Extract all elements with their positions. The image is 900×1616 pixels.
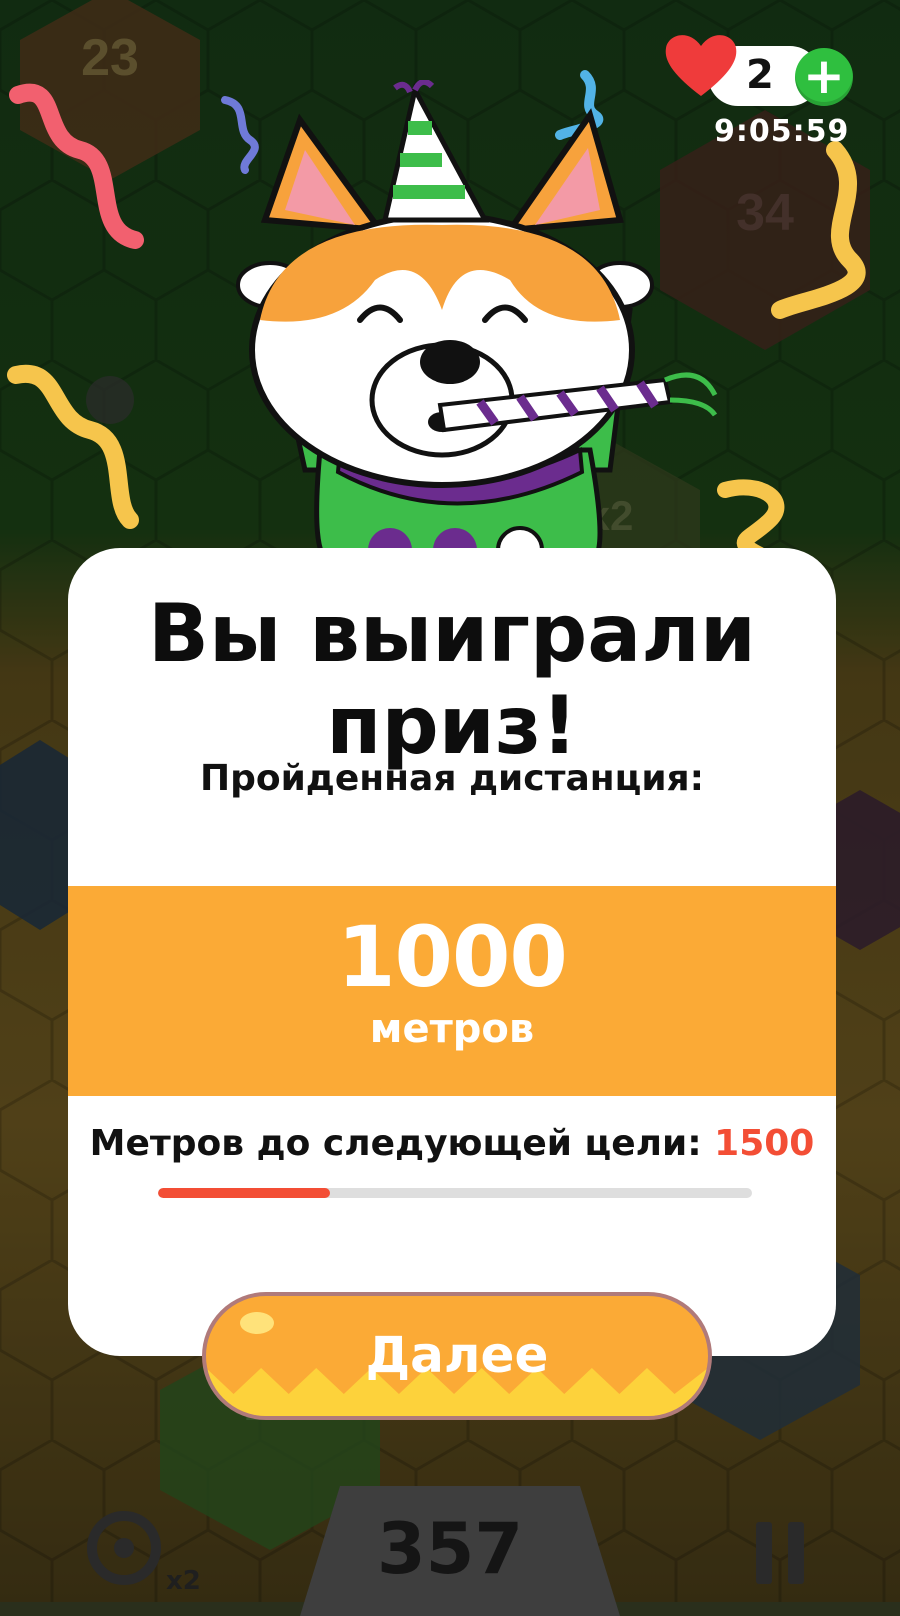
plus-icon: +	[803, 47, 845, 105]
continue-button[interactable]: Далее	[202, 1292, 712, 1420]
target-icon[interactable]	[84, 1508, 164, 1588]
goal-progress-fill	[158, 1188, 331, 1198]
distance-unit: метров	[369, 1006, 535, 1052]
goal-progress-bar	[158, 1188, 752, 1198]
dialog-title: Вы выиграли приз!	[148, 587, 756, 772]
next-goal-label: Метров до следующей цели:	[89, 1123, 702, 1164]
lives-hud: 2 + 9:05:59	[662, 30, 853, 150]
multiplier-badge: x2	[166, 1566, 201, 1596]
pause-icon[interactable]	[752, 1518, 808, 1588]
prize-dialog: Вы выиграли приз! Пройденная дистанция: …	[68, 548, 836, 1356]
corgi-mascot	[236, 80, 718, 560]
add-lives-button[interactable]: +	[795, 48, 853, 106]
next-goal-value: 1500	[714, 1123, 815, 1164]
lives-timer: 9:05:59	[714, 114, 850, 149]
distance-value: 1000	[337, 908, 568, 1006]
distance-label: Пройденная дистанция:	[199, 758, 705, 799]
next-goal-line: Метров до следующей цели: 1500	[68, 1123, 836, 1164]
zigzag-edge	[68, 1048, 836, 1092]
heart-icon	[665, 35, 737, 96]
continue-label: Далее	[365, 1326, 549, 1384]
lives-count: 2	[746, 52, 774, 98]
